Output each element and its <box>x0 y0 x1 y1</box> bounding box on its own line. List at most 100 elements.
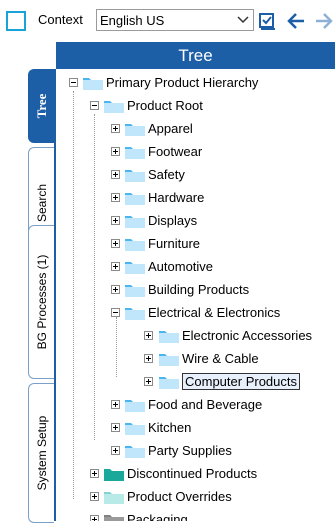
tree-node-discontinued[interactable]: Discontinued Products <box>56 465 335 483</box>
folder-icon <box>104 515 124 521</box>
tree-node-root[interactable]: Primary Product Hierarchy <box>56 74 335 92</box>
edit-check-icon[interactable] <box>258 11 278 31</box>
expand-icon[interactable] <box>111 170 120 179</box>
context-select-value: English US <box>100 13 165 28</box>
tree-node-displays[interactable]: Displays <box>56 212 335 230</box>
folder-icon <box>104 101 124 113</box>
tree-node-label: Furniture <box>148 236 201 251</box>
folder-icon <box>159 377 179 389</box>
tree-node-label: Food and Beverage <box>148 397 263 412</box>
tree-node-electronic-accessories[interactable]: Electronic Accessories <box>56 327 335 345</box>
folder-icon <box>104 469 124 481</box>
tree-node-label: Kitchen <box>148 420 192 435</box>
tree-node-label: Hardware <box>148 190 205 205</box>
collapse-icon[interactable] <box>90 101 99 110</box>
folder-icon <box>125 446 145 458</box>
sidebar: Tree Search BG Processes (1) System Setu… <box>0 69 56 523</box>
tree-node-label: Safety <box>148 167 185 182</box>
forward-arrow-icon[interactable] <box>314 11 334 31</box>
tree-node-label-selected: Computer Products <box>182 373 300 390</box>
tree-node-building-products[interactable]: Building Products <box>56 281 335 299</box>
tree-node-party-supplies[interactable]: Party Supplies <box>56 442 335 460</box>
expand-icon[interactable] <box>144 331 153 340</box>
expand-icon[interactable] <box>90 469 99 478</box>
tree-node-automotive[interactable]: Automotive <box>56 258 335 276</box>
chevron-down-icon[interactable] <box>235 10 251 30</box>
expand-icon[interactable] <box>111 262 120 271</box>
tree-node-food-beverage[interactable]: Food and Beverage <box>56 396 335 414</box>
tree-guide <box>116 317 117 377</box>
tree-node-label: Primary Product Hierarchy <box>106 75 259 90</box>
expand-icon[interactable] <box>144 354 153 363</box>
tree-node-electrical[interactable]: Electrical & Electronics <box>56 304 335 322</box>
tree-node-label: Footwear <box>148 144 203 159</box>
tree-node-label: Party Supplies <box>148 443 232 458</box>
tree-node-product-overrides[interactable]: Product Overrides <box>56 488 335 506</box>
tree-node-label: Electrical & Electronics <box>148 305 281 320</box>
tab-tree[interactable]: Tree <box>28 69 54 143</box>
context-label: Context <box>38 12 83 27</box>
back-arrow-icon[interactable] <box>286 11 306 31</box>
panel-title: Tree <box>56 42 335 69</box>
expand-icon[interactable] <box>90 492 99 501</box>
tree-node-safety[interactable]: Safety <box>56 166 335 184</box>
expand-icon[interactable] <box>111 239 120 248</box>
folder-icon <box>125 193 145 205</box>
expand-icon[interactable] <box>111 400 120 409</box>
folder-icon <box>125 423 145 435</box>
folder-icon <box>104 492 124 504</box>
tree-guide <box>94 114 95 440</box>
expand-icon[interactable] <box>90 515 99 521</box>
tree-node-wire-cable[interactable]: Wire & Cable <box>56 350 335 368</box>
tree-node-furniture[interactable]: Furniture <box>56 235 335 253</box>
tree-node-packaging[interactable]: Packaging <box>56 511 335 521</box>
expand-icon[interactable] <box>111 147 120 156</box>
folder-icon <box>125 262 145 274</box>
tree-view: Primary Product Hierarchy Product Root A… <box>56 69 335 521</box>
tree-node-label: Product Root <box>127 98 203 113</box>
checkbox-icon[interactable] <box>6 11 26 31</box>
tree-node-label: Packaging <box>127 512 188 521</box>
folder-icon <box>125 170 145 182</box>
tree-node-label: Displays <box>148 213 198 228</box>
folder-icon <box>159 331 179 343</box>
tree-node-apparel[interactable]: Apparel <box>56 120 335 138</box>
tree-node-label: Electronic Accessories <box>182 328 313 343</box>
expand-icon[interactable] <box>144 377 153 386</box>
expand-icon[interactable] <box>111 285 120 294</box>
tab-system-setup-label: System Setup <box>34 415 49 491</box>
folder-icon <box>125 124 145 136</box>
tree-node-label: Product Overrides <box>127 489 232 504</box>
expand-icon[interactable] <box>111 193 120 202</box>
folder-icon <box>125 147 145 159</box>
context-select[interactable]: English US <box>96 9 254 31</box>
tree-node-label: Building Products <box>148 282 250 297</box>
expand-icon[interactable] <box>111 446 120 455</box>
expand-icon[interactable] <box>111 124 120 133</box>
folder-icon <box>125 216 145 228</box>
tab-bg-processes[interactable]: BG Processes (1) <box>28 225 54 379</box>
folder-icon <box>125 400 145 412</box>
folder-icon <box>125 239 145 251</box>
folder-icon <box>159 354 179 366</box>
folder-icon <box>125 285 145 297</box>
tree-node-footwear[interactable]: Footwear <box>56 143 335 161</box>
expand-icon[interactable] <box>111 216 120 225</box>
tree-node-label: Automotive <box>148 259 214 274</box>
tree-node-product-root[interactable]: Product Root <box>56 97 335 115</box>
tab-system-setup[interactable]: System Setup <box>28 383 54 523</box>
collapse-icon[interactable] <box>111 308 120 317</box>
tree-node-label: Discontinued Products <box>127 466 258 481</box>
toolbar: Context English US <box>0 0 335 40</box>
tab-search-label: Search <box>34 183 49 223</box>
tree-node-computer-products[interactable]: Computer Products <box>56 373 335 391</box>
tree-node-kitchen[interactable]: Kitchen <box>56 419 335 437</box>
tree-node-hardware[interactable]: Hardware <box>56 189 335 207</box>
tree-node-label: Wire & Cable <box>182 351 259 366</box>
folder-icon <box>83 78 103 90</box>
collapse-icon[interactable] <box>69 78 78 87</box>
tab-tree-label: Tree <box>33 93 49 119</box>
tree-node-label: Apparel <box>148 121 193 136</box>
folder-icon <box>125 308 145 320</box>
expand-icon[interactable] <box>111 423 120 432</box>
